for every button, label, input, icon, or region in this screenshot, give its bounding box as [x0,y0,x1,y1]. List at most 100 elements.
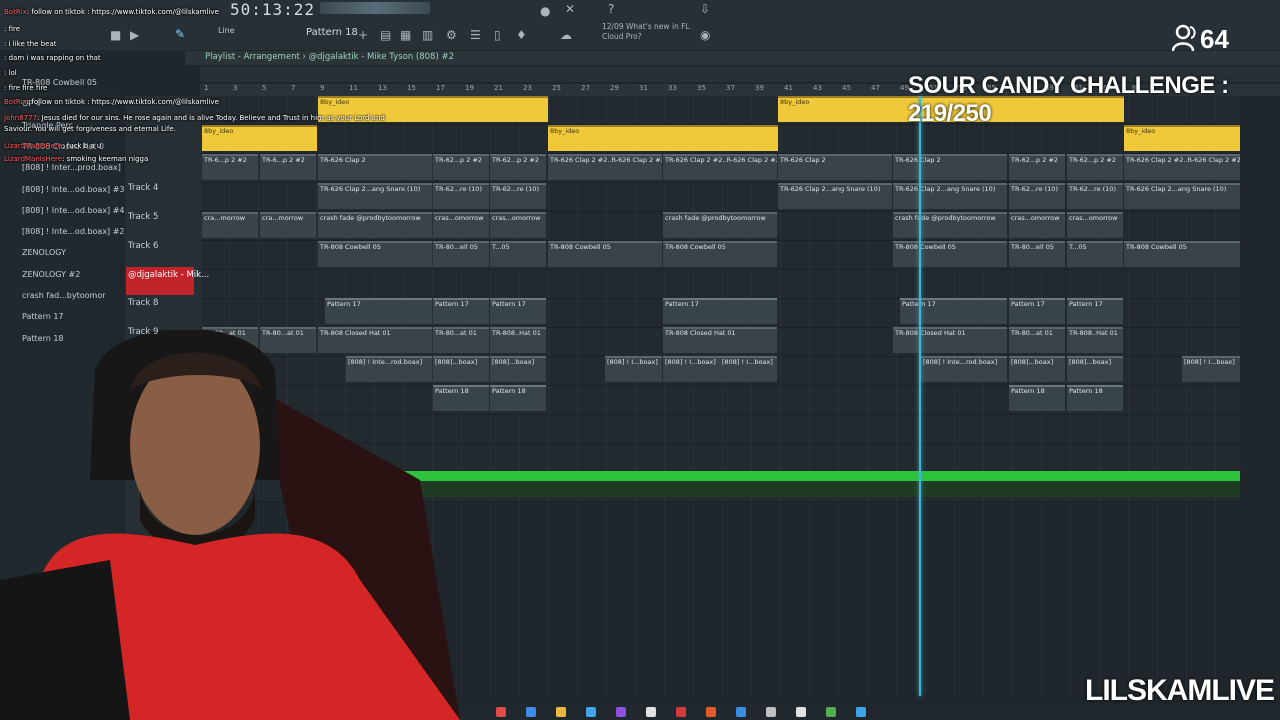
bar-number[interactable]: 45 [842,84,851,92]
sample-clip[interactable]: TR-62...p 2 #2 [1067,154,1123,180]
sample-clip[interactable]: [808] ! Inte...rod.boax] [921,356,1007,382]
bar-number[interactable]: 21 [494,84,503,92]
sample-clip[interactable]: crash fade @prodbytoomorrow [663,212,777,238]
close-icon[interactable]: ✕ [565,2,575,16]
sample-clip[interactable]: TR-62...re (10) [1067,183,1123,209]
bar-number[interactable]: 15 [407,84,416,92]
piano-roll-icon[interactable]: ▦ [400,28,411,42]
bar-number[interactable]: 27 [581,84,590,92]
browser-item[interactable]: ZENOLOGY #2 [22,270,80,279]
bar-number[interactable]: 11 [349,84,358,92]
sample-clip[interactable]: TR-62...p 2 #2 [433,154,489,180]
sample-clip[interactable]: TR-62...re (10) [1009,183,1065,209]
bar-number[interactable]: 17 [436,84,445,92]
taskbar-app-icon[interactable] [556,707,566,717]
taskbar-app-icon[interactable] [526,707,536,717]
sample-clip[interactable]: cras...omorrow [433,212,489,238]
sample-clip[interactable]: TR-808 Cowbell 05 [548,241,662,267]
sample-clip[interactable]: [808]...boax] [1009,356,1065,382]
track-label[interactable]: Track 9 [128,327,158,337]
bar-number[interactable]: 29 [610,84,619,92]
taskbar-app-icon[interactable] [856,707,866,717]
taskbar-app-icon[interactable] [496,707,506,717]
pattern-clip[interactable]: Pattern 18 [490,385,546,411]
sample-clip[interactable]: TR-626 Clap 2...ang Snare (10) [893,183,1007,209]
taskbar-app-icon[interactable] [616,707,626,717]
pattern-clip[interactable]: Pattern 18 [1009,385,1065,411]
sample-clip[interactable]: TR-80...at 01 [1009,327,1065,353]
sample-clip[interactable]: TR-626 Clap 2 #2..R-626 Clap 2 #2 [548,154,662,180]
sample-clip[interactable]: T...05 [1067,241,1123,267]
pattern-clip[interactable]: Pattern 17 [1067,298,1123,324]
sample-clip[interactable]: TR-808 Cowbell 05 [663,241,777,267]
bar-number[interactable]: 39 [755,84,764,92]
cloud-icon[interactable]: ☁ [560,28,572,42]
bar-number[interactable]: 9 [320,84,324,92]
sample-clip[interactable]: TR-808 Closed Hat 01 [893,327,1007,353]
sample-clip[interactable]: TR-808 Cowbell 05 [1124,241,1240,267]
pattern-clip[interactable]: Pattern 17 [490,298,546,324]
bar-number[interactable]: 31 [639,84,648,92]
pattern-clip[interactable]: Pattern 17 [663,298,777,324]
bar-number[interactable]: 35 [697,84,706,92]
pattern-clip[interactable]: Pattern 17 [433,298,489,324]
record-icon[interactable]: ● [540,4,550,18]
sample-clip[interactable]: TR-808..Hat 01 [1067,327,1123,353]
pattern-clip[interactable]: Pattern 17 [325,298,432,324]
sample-clip[interactable]: TR-626 Clap 2 [778,154,892,180]
track-label[interactable]: Track 6 [128,241,158,251]
bar-number[interactable]: 41 [784,84,793,92]
sample-clip[interactable]: TR-808 Closed Hat 01 [663,327,777,353]
taskbar-app-icon[interactable] [586,707,596,717]
sample-clip[interactable]: crash fade @prodbytoomorrow [318,212,432,238]
browser-item[interactable]: [808] ! Inte...od.boax] #3 [22,185,125,194]
track-label[interactable]: Track 4 [128,183,158,193]
taskbar-app-icon[interactable] [826,707,836,717]
taskbar-app-icon[interactable] [706,707,716,717]
plugin-icon[interactable]: ⚙ [446,28,457,42]
sample-clip[interactable]: [808] ! I...boax] [663,356,720,382]
help-icon[interactable]: ? [608,2,614,16]
sample-clip[interactable]: TR-626 Clap 2 #2..R-626 Clap 2 #2 [663,154,777,180]
sample-clip[interactable]: cras...omorrow [1009,212,1065,238]
browser-item[interactable]: crash fad...bytoomor [22,291,106,300]
bar-number[interactable]: 19 [465,84,474,92]
track-label[interactable]: Track 5 [128,212,158,222]
bar-number[interactable]: 23 [523,84,532,92]
pattern-clip[interactable]: Pattern 17 [1009,298,1065,324]
sample-clip[interactable]: T...05 [490,241,546,267]
browser-item[interactable]: Pattern 17 [22,312,64,321]
taskbar-app-icon[interactable] [676,707,686,717]
sample-clip[interactable]: cras...omorrow [1067,212,1123,238]
track-label[interactable]: @djgalaktik - Mik... [128,270,209,280]
track-row[interactable] [200,270,1240,299]
globe-icon[interactable]: ◉ [700,28,710,42]
taskbar-app-icon[interactable] [766,707,776,717]
bar-number[interactable]: 13 [378,84,387,92]
browser-item[interactable]: [808] ! Inte...od.boax] #2 [22,227,125,236]
sample-clip[interactable]: TR-62...p 2 #2 [1009,154,1065,180]
sample-clip[interactable]: [808] ! I...boax] [605,356,662,382]
browser-item[interactable]: ZENOLOGY [22,248,66,257]
taskbar-app-icon[interactable] [646,707,656,717]
add-pattern-icon[interactable]: + [358,28,368,42]
pattern-clip[interactable]: Pattern 18 [1067,385,1123,411]
sample-clip[interactable]: [808] ! I...boax] [1182,356,1240,382]
bar-number[interactable]: 37 [726,84,735,92]
sample-clip[interactable]: TR-626 Clap 2 [893,154,1007,180]
sample-clip[interactable]: [808]...boax] [490,356,546,382]
sample-clip[interactable]: TR-62...re (10) [490,183,546,209]
sample-clip[interactable]: crash fade @prodbytoomorrow [893,212,1007,238]
sample-clip[interactable]: TR-80...ell 05 [1009,241,1065,267]
sample-clip[interactable]: [808]...boax] [1067,356,1123,382]
sample-clip[interactable]: TR-808..Hat 01 [490,327,546,353]
sample-clip[interactable]: TR-808 Cowbell 05 [318,241,432,267]
sample-clip[interactable]: TR-80...ell 05 [433,241,489,267]
sample-clip[interactable]: [808] ! I...boax] [720,356,777,382]
browser-icon[interactable]: ☰ [470,28,481,42]
bar-number[interactable]: 43 [813,84,822,92]
audio-clip[interactable]: 8by_ideo [1124,125,1240,151]
sample-clip[interactable]: TR-626 Clap 2 #2..R-626 Clap 2 #2 [1124,154,1240,180]
sample-clip[interactable]: cras...omorrow [490,212,546,238]
pattern-clip[interactable]: Pattern 17 [900,298,1007,324]
